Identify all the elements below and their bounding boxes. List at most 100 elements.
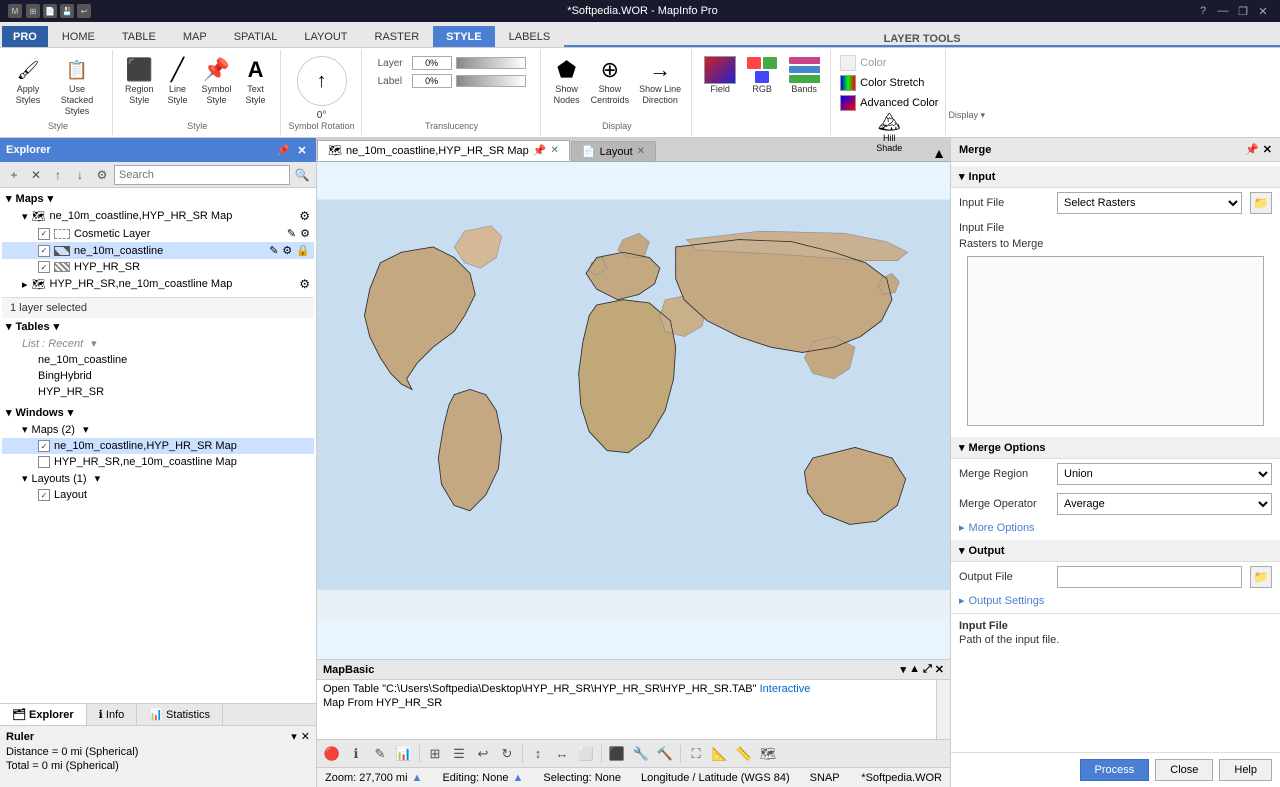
bt-16[interactable]: 📐 — [709, 743, 731, 765]
hyp-layer-item[interactable]: ✓ HYP_HR_SR — [2, 259, 314, 275]
map-tab-layout[interactable]: 📄 Layout ✕ — [571, 141, 656, 161]
search-button[interactable]: 🔍 — [292, 165, 312, 185]
bands-button[interactable]: Bands — [784, 54, 824, 97]
bt-18[interactable]: 🗺 — [757, 743, 779, 765]
tab-explorer[interactable]: 🗂 Explorer — [0, 704, 87, 725]
mapbasic-close-icon[interactable]: ✕ — [935, 663, 944, 676]
text-style-button[interactable]: A TextStyle — [238, 54, 274, 108]
ruler-close-icon[interactable]: ✕ — [301, 730, 310, 743]
close-button[interactable]: Close — [1155, 759, 1213, 781]
output-section-header[interactable]: ▾ Output — [951, 540, 1280, 562]
label-slider[interactable] — [456, 75, 526, 87]
mapbasic-down-icon[interactable]: ▾ — [901, 663, 907, 676]
hill-shade-btn[interactable]: 🏔 HillShade — [876, 112, 902, 153]
output-file-input[interactable] — [1057, 566, 1242, 588]
windows-layouts-header[interactable]: ▾ Layouts (1) ▾ — [2, 470, 314, 487]
more-options-link[interactable]: ▸ More Options — [951, 519, 1280, 536]
windows-section-header[interactable]: ▾ Windows ▾ — [2, 404, 314, 421]
down-tool[interactable]: ↓ — [70, 165, 90, 185]
show-nodes-button[interactable]: ⬟ ShowNodes — [549, 54, 585, 108]
properties-tool[interactable]: ⚙ — [92, 165, 112, 185]
mapbasic-scrollbar[interactable] — [936, 680, 950, 739]
bt-1[interactable]: 🔴 — [321, 743, 343, 765]
tab-spatial[interactable]: SPATIAL — [221, 26, 291, 47]
bt-3[interactable]: ✎ — [369, 743, 391, 765]
title-bar-controls[interactable]: ? — ❐ ✕ — [1194, 4, 1272, 18]
ruler-collapse-icon[interactable]: ▾ — [291, 730, 297, 743]
use-stacked-styles-button[interactable]: 📋 Use StackedStyles — [48, 54, 106, 118]
window-map1-checkbox[interactable]: ✓ — [38, 440, 50, 452]
minimize-button[interactable]: — — [1214, 4, 1232, 18]
line-style-button[interactable]: ╱ LineStyle — [160, 54, 196, 108]
tab-layout[interactable]: LAYOUT — [291, 26, 360, 47]
map1-settings-icon[interactable]: ⚙ — [299, 209, 310, 223]
bt-14[interactable]: 🔨 — [654, 743, 676, 765]
map2-item[interactable]: ▸ 🗺 HYP_HR_SR,ne_10m_coastline Map ⚙ — [2, 275, 314, 293]
layer-slider[interactable] — [456, 57, 526, 69]
map-tab-layout-close[interactable]: ✕ — [637, 146, 645, 157]
bt-6[interactable]: ☰ — [448, 743, 470, 765]
tab-style[interactable]: STYLE — [433, 26, 494, 47]
coastline-settings-icon[interactable]: ⚙ — [282, 244, 292, 257]
show-centroids-button[interactable]: ⊕ ShowCentroids — [587, 54, 634, 108]
tab-map[interactable]: MAP — [170, 26, 220, 47]
color-stretch-item[interactable]: Color Stretch — [839, 74, 939, 92]
bt-4[interactable]: 📊 — [393, 743, 415, 765]
bt-7[interactable]: ↩ — [472, 743, 494, 765]
cosmetic-layer-item[interactable]: ✓ Cosmetic Layer ✎ ⚙ — [2, 225, 314, 242]
coastline-checkbox[interactable]: ✓ — [38, 245, 50, 257]
map-viewport[interactable] — [317, 162, 950, 659]
mapbasic-expand-icon[interactable]: ⤢ — [923, 663, 932, 676]
restore-button[interactable]: ❐ — [1234, 4, 1252, 18]
tables-section-header[interactable]: ▾ Tables ▾ — [2, 318, 314, 335]
color-item[interactable]: Color — [839, 54, 939, 72]
tab-info[interactable]: ℹ Info — [87, 704, 138, 725]
add-tool[interactable]: + — [4, 165, 24, 185]
merge-operator-select[interactable]: Average Sum Min Max — [1057, 493, 1272, 515]
apply-styles-button[interactable]: 🖌 ApplyStyles — [10, 54, 46, 108]
mapbasic-link-1[interactable]: Interactive — [760, 683, 811, 695]
input-file-1-browse[interactable]: 📁 — [1250, 192, 1272, 214]
status-zoom-arrow[interactable]: ▲ — [412, 772, 423, 784]
output-settings-link[interactable]: ▸ Output Settings — [951, 592, 1280, 609]
table-coastline[interactable]: ne_10m_coastline — [2, 352, 314, 368]
coastline-layer-item[interactable]: ✓ ne_10m_coastline ✎ ⚙ 🔒 — [2, 242, 314, 259]
coastline-edit-icon[interactable]: ✎ — [269, 244, 278, 257]
search-input[interactable] — [114, 165, 290, 185]
maps-section-header[interactable]: ▾ Maps ▾ — [2, 190, 314, 207]
bt-13[interactable]: 🔧 — [630, 743, 652, 765]
tab-table[interactable]: TABLE — [109, 26, 169, 47]
input-section-header[interactable]: ▾ Input — [951, 166, 1280, 188]
hyp-checkbox[interactable]: ✓ — [38, 261, 50, 273]
status-editing-arrow[interactable]: ▲ — [512, 772, 523, 784]
rasters-to-merge-textarea[interactable] — [967, 256, 1264, 426]
input-file-1-select[interactable]: Select Rasters — [1057, 192, 1242, 214]
cosmetic-settings-icon[interactable]: ⚙ — [300, 227, 310, 240]
bt-5[interactable]: ⊞ — [424, 743, 446, 765]
help-button[interactable]: ? — [1194, 4, 1212, 18]
map2-settings-icon[interactable]: ⚙ — [299, 277, 310, 291]
coastline-lock-icon[interactable]: 🔒 — [296, 244, 310, 257]
explorer-pin-icon[interactable]: 📌 — [275, 142, 291, 158]
bt-15[interactable]: ⛶ — [685, 743, 707, 765]
tab-statistics[interactable]: 📊 Statistics — [137, 704, 223, 725]
region-style-button[interactable]: ⬛ RegionStyle — [121, 54, 158, 108]
bt-11[interactable]: ⬜ — [575, 743, 597, 765]
mapbasic-up-icon[interactable]: ▲ — [909, 663, 920, 676]
table-binghybrid[interactable]: BingHybrid — [2, 368, 314, 384]
help-button[interactable]: Help — [1219, 759, 1272, 781]
bt-9[interactable]: ↕ — [527, 743, 549, 765]
bt-12[interactable]: ⬛ — [606, 743, 628, 765]
window-map1[interactable]: ✓ ne_10m_coastline,HYP_HR_SR Map — [2, 438, 314, 454]
tab-labels[interactable]: LABELS — [496, 26, 564, 47]
merge-close-icon[interactable]: ✕ — [1263, 143, 1272, 156]
map1-item[interactable]: ▾ 🗺 ne_10m_coastline,HYP_HR_SR Map ⚙ — [2, 207, 314, 225]
up-tool[interactable]: ↑ — [48, 165, 68, 185]
explorer-close-icon[interactable]: ✕ — [294, 142, 310, 158]
advanced-color-item[interactable]: Advanced Color — [839, 94, 939, 112]
windows-maps-header[interactable]: ▾ Maps (2) ▾ — [2, 421, 314, 438]
field-button[interactable]: Field — [700, 54, 740, 97]
bt-10[interactable]: ↔ — [551, 743, 573, 765]
rgb-button[interactable]: RGB — [742, 54, 782, 97]
merge-options-header[interactable]: ▾ Merge Options — [951, 437, 1280, 459]
